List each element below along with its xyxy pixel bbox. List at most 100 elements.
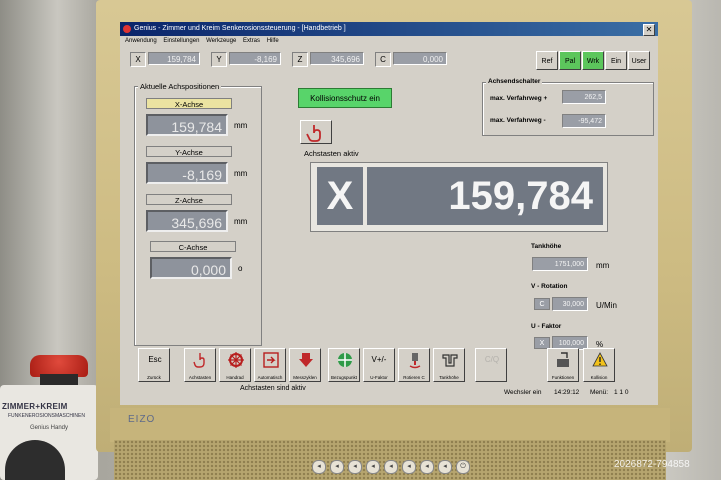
fkey-reference-point[interactable]: Bezugspunkt [328,348,360,382]
rotate-icon [409,353,421,369]
pendant-model: Genius Handy [30,425,69,431]
limit-plus-label: max. Verfahrweg + [490,95,548,102]
monitor-button[interactable]: ◂ [420,460,434,474]
pos-axis-label: Y [211,52,227,67]
auto-icon [263,352,279,368]
menu-item-einstellungen[interactable]: Einstellungen [163,38,199,44]
fkey-label: Kollision [590,375,608,380]
monitor-power-button[interactable]: ⏻ [456,460,470,474]
axis-unit-y: mm [234,169,248,178]
menu-bar: Anwendung Einstellungen Werkzeuge Extras… [120,36,658,46]
pos-axis-label: Z [292,52,308,67]
measure-icon [299,353,313,367]
axis-unit-z: mm [234,217,248,226]
pos-axis-value: 159,784 [148,52,200,65]
axis-header-x[interactable]: X-Achse [146,98,232,109]
fkey-label: Achstasten [188,375,212,380]
status-time: 14:29:12 [554,389,580,396]
status-bar: Achstasten sind aktiv Wechsler ein 14:29… [120,384,658,405]
hand-icon [193,353,205,368]
monitor-button[interactable]: ◂ [384,460,398,474]
u-factor-icon: V+/- [371,355,387,364]
fkey-back[interactable]: Esc Zurück [138,348,170,382]
application-window: Genius - Zimmer und Kreim Senkerosionsst… [120,22,658,405]
axis-header-c[interactable]: C-Achse [150,241,236,252]
axis-header-y[interactable]: Y-Achse [146,146,232,157]
watermark-id: 2026872-794858 [614,459,690,470]
title-bar: Genius - Zimmer und Kreim Senkerosionsst… [120,22,658,36]
axis-unit-x: mm [234,121,248,130]
pendant-subtitle: FUNKENEROSIONSMASCHINEN [8,413,85,419]
mode-button-ref[interactable]: Ref [536,51,558,70]
collision-protection-button[interactable]: Kollisionsschutz ein [298,88,392,108]
pos-axis-value: -8,169 [229,52,281,65]
menu-item-werkzeuge[interactable]: Werkzeuge [206,38,236,44]
axis-value-x: 159,784 [146,114,228,136]
reference-point-icon [338,353,352,367]
fkey-label: Zurück [147,375,161,380]
menu-item-extras[interactable]: Extras [243,38,260,44]
fkey-label: Bezugspunkt [330,375,358,380]
mode-button-wrk[interactable]: Wrk [582,51,604,70]
fkey-measure-cycles[interactable]: Messzyklen [289,348,321,382]
menu-item-hilfe[interactable]: Hilfe [267,38,279,44]
limit-switch-title: Achsendschalter [486,78,543,85]
active-axis-value: 159,784 [367,167,603,225]
tank-icon [442,354,458,367]
menu-item-anwendung[interactable]: Anwendung [125,38,157,44]
fkey-label: Automatisch [257,375,283,380]
axis-value-c: 0,000 [150,257,232,279]
tank-value: 1751,000 [532,257,588,271]
monitor-chin [110,408,670,442]
fkey-collision[interactable]: Kollision [583,348,615,382]
v-rotation-value: 30,000 [552,297,588,311]
monitor-button[interactable]: ◂ [348,460,362,474]
calc-icon: C/Q [484,355,500,364]
monitor-button[interactable]: ◂ [366,460,380,474]
fkey-rotate-c[interactable]: Rotieren C [398,348,430,382]
fkey-handwheel[interactable]: Handrad [219,348,251,382]
mode-button-user[interactable]: User [628,51,650,70]
fkey-label: U-Faktor [370,375,388,380]
fkey-calculator[interactable]: C/Q [475,348,507,382]
window-title: Genius - Zimmer und Kreim Senkerosionsst… [134,25,346,32]
limit-minus-label: max. Verfahrweg - [490,117,546,124]
monitor-brand: EIZO [128,414,156,425]
handwheel-icon [228,352,244,368]
actual-positions-title: Aktuelle Achspositionen [138,82,222,91]
monitor-button[interactable]: ◂ [438,460,452,474]
fkey-label: Messzyklen [293,375,317,380]
v-rotation-prefix: C [534,298,550,310]
close-button[interactable]: ✕ [643,24,655,36]
axis-value-y: -8,169 [146,162,228,184]
pos-axis-label: X [130,52,146,67]
tank-unit: mm [596,261,610,270]
pos-axis-label: C [375,52,391,67]
monitor-button[interactable]: ◂ [330,460,344,474]
function-key-toolbar: Esc Zurück Achstasten Handrad Automatisc… [120,348,658,384]
fkey-functions[interactable]: Funktionen [547,348,579,382]
pos-axis-value: 345,696 [310,52,364,65]
monitor-button[interactable]: ◂ [402,460,416,474]
active-axis-letter: X [317,167,363,225]
fkey-jog[interactable]: Achstasten [184,348,216,382]
limit-minus-value: -95,472 [562,114,606,128]
status-menu-label: Menü: [590,389,609,396]
monitor-button[interactable]: ◂ [312,460,326,474]
position-bar: X 159,784 Y -8,169 Z 345,696 C 0,000 Ref… [120,48,658,70]
axis-unit-c: o [238,264,243,273]
fkey-label: Tankhöhe [439,375,459,380]
hand-icon [306,125,321,142]
axis-value-z: 345,696 [146,210,228,232]
jog-hand-button[interactable] [300,120,332,144]
mode-button-ein[interactable]: Ein [605,51,627,70]
fkey-tank-height[interactable]: Tankhöhe [433,348,465,382]
limit-plus-value: 262,5 [562,90,606,104]
mode-button-pal[interactable]: Pal [559,51,581,70]
esc-icon: Esc [148,355,162,364]
fkey-automatic[interactable]: Automatisch [254,348,286,382]
fkey-u-factor[interactable]: V+/- U-Faktor [363,348,395,382]
v-rotation-unit: U/Min [596,301,617,310]
axis-header-z[interactable]: Z-Achse [146,194,232,205]
pos-axis-value: 0,000 [393,52,447,65]
